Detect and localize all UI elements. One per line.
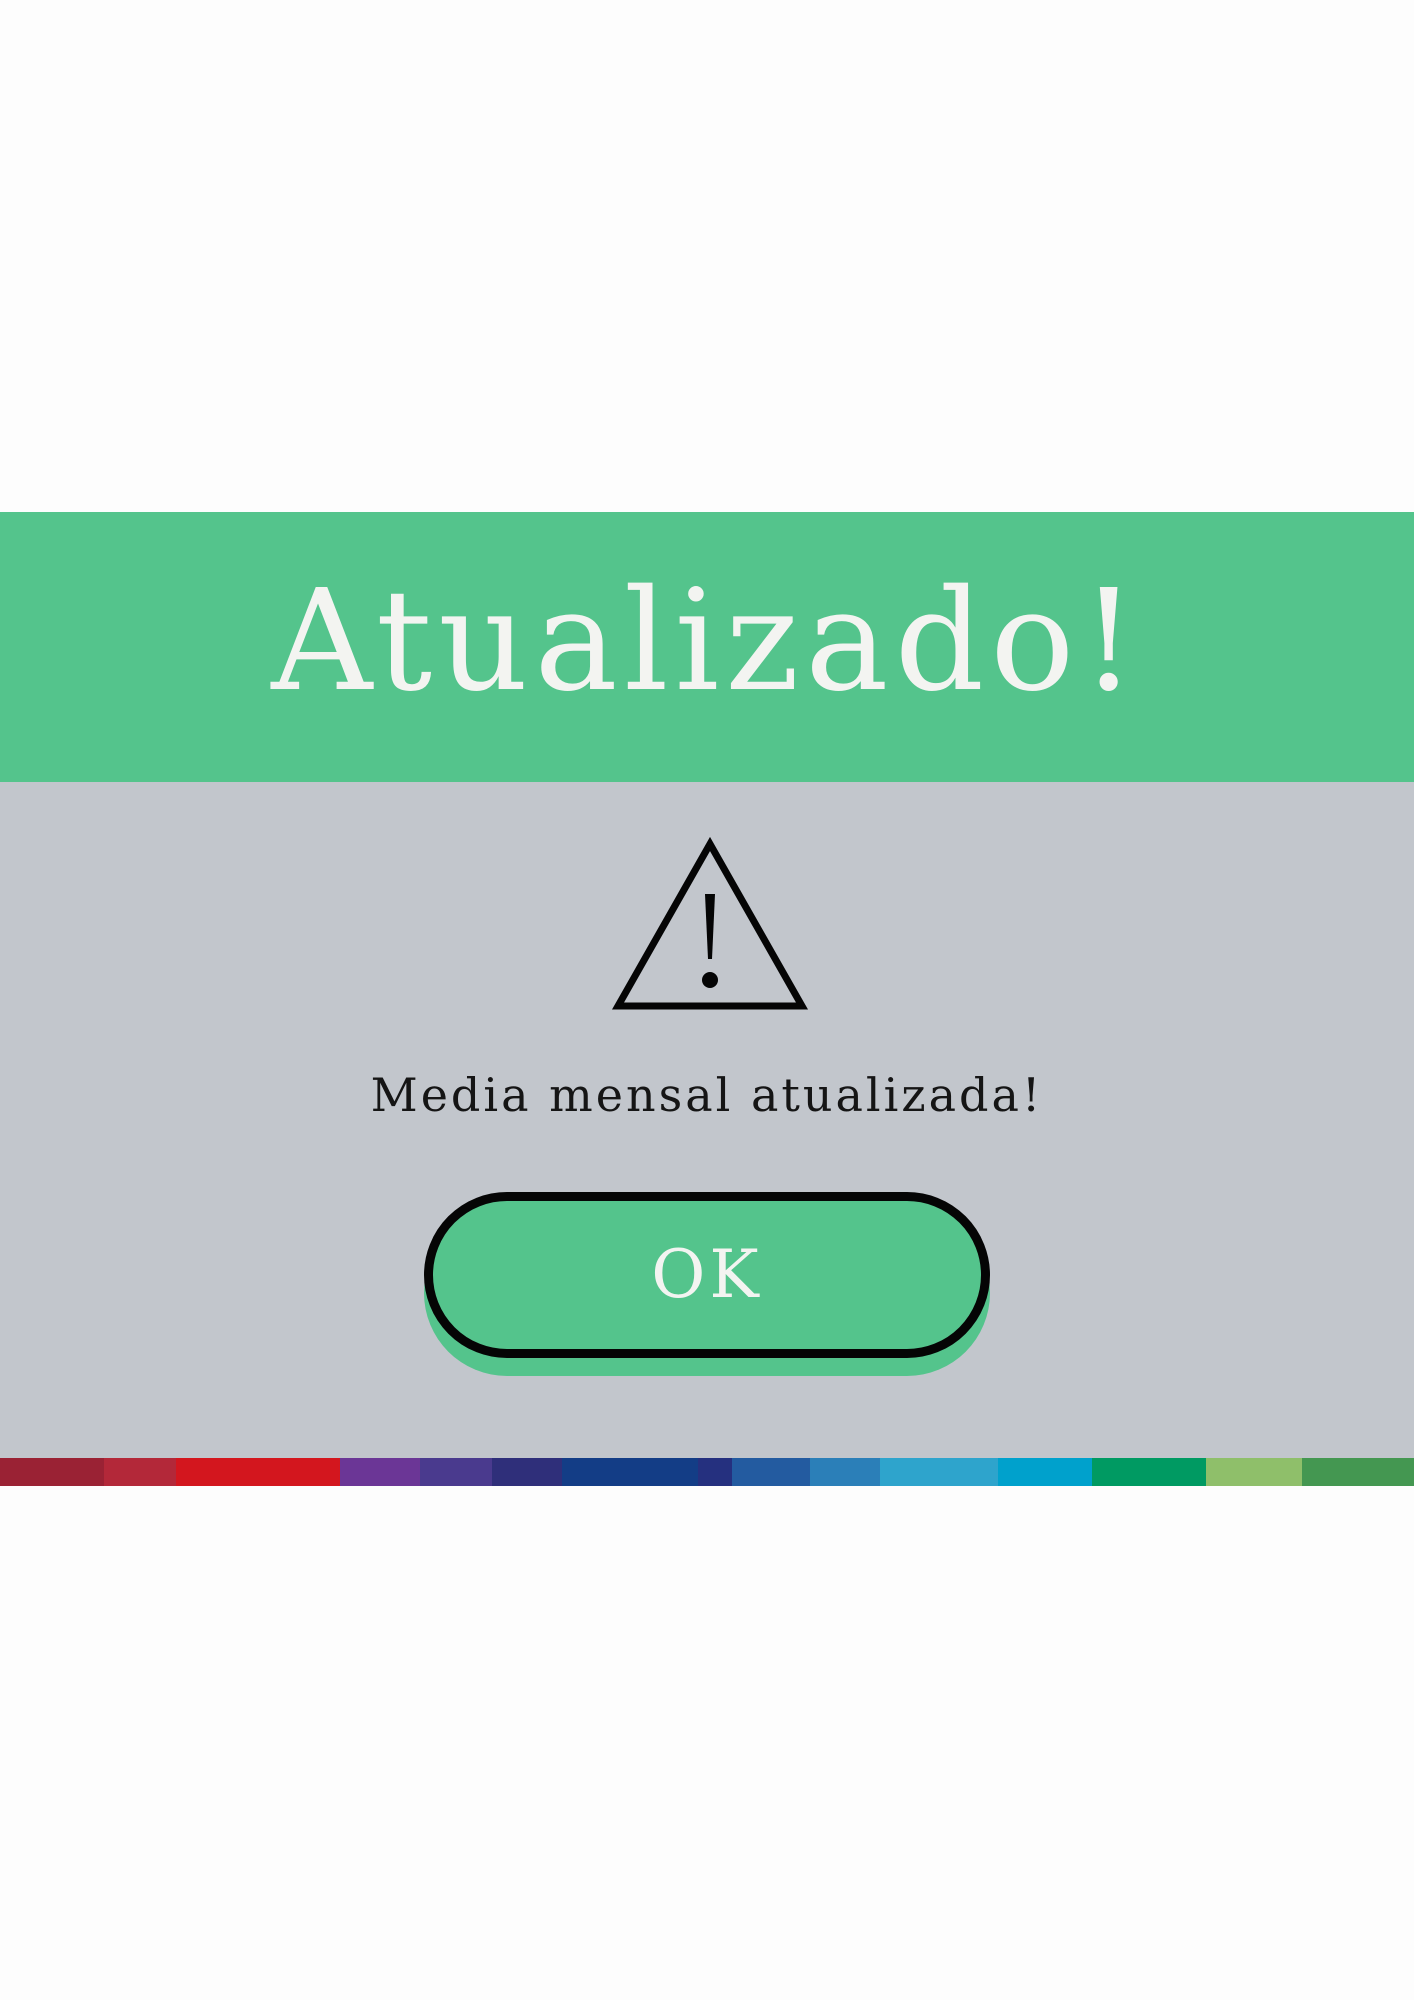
color-strip-segment (1206, 1458, 1302, 1486)
warning-triangle-icon (611, 836, 809, 1010)
ok-button-label: OK (651, 1236, 763, 1313)
color-strip-segment (340, 1458, 420, 1486)
color-strip-segment (492, 1458, 562, 1486)
color-strip-segment (732, 1458, 810, 1486)
color-strip-segment (1092, 1458, 1206, 1486)
color-strip-segment (0, 1458, 104, 1486)
color-strip-segment (176, 1458, 340, 1486)
color-strip-segment (1302, 1458, 1414, 1486)
dialog-message: Media mensal atualizada! (370, 1068, 1044, 1122)
color-strip-segment (998, 1458, 1092, 1486)
color-strip-segment (698, 1458, 732, 1486)
dialog-body: Media mensal atualizada! OK (0, 782, 1414, 1458)
color-strip-segment (562, 1458, 698, 1486)
color-strip-segment (420, 1458, 492, 1486)
dialog-title: Atualizado! (271, 560, 1143, 723)
color-strip-segment (880, 1458, 998, 1486)
color-strip-segment (810, 1458, 880, 1486)
ok-button[interactable]: OK (424, 1192, 990, 1358)
color-strip-segment (104, 1458, 176, 1486)
update-dialog: Atualizado! Media mensal atualizada! OK (0, 512, 1414, 1486)
color-strip (0, 1458, 1414, 1486)
dialog-header: Atualizado! (0, 512, 1414, 782)
